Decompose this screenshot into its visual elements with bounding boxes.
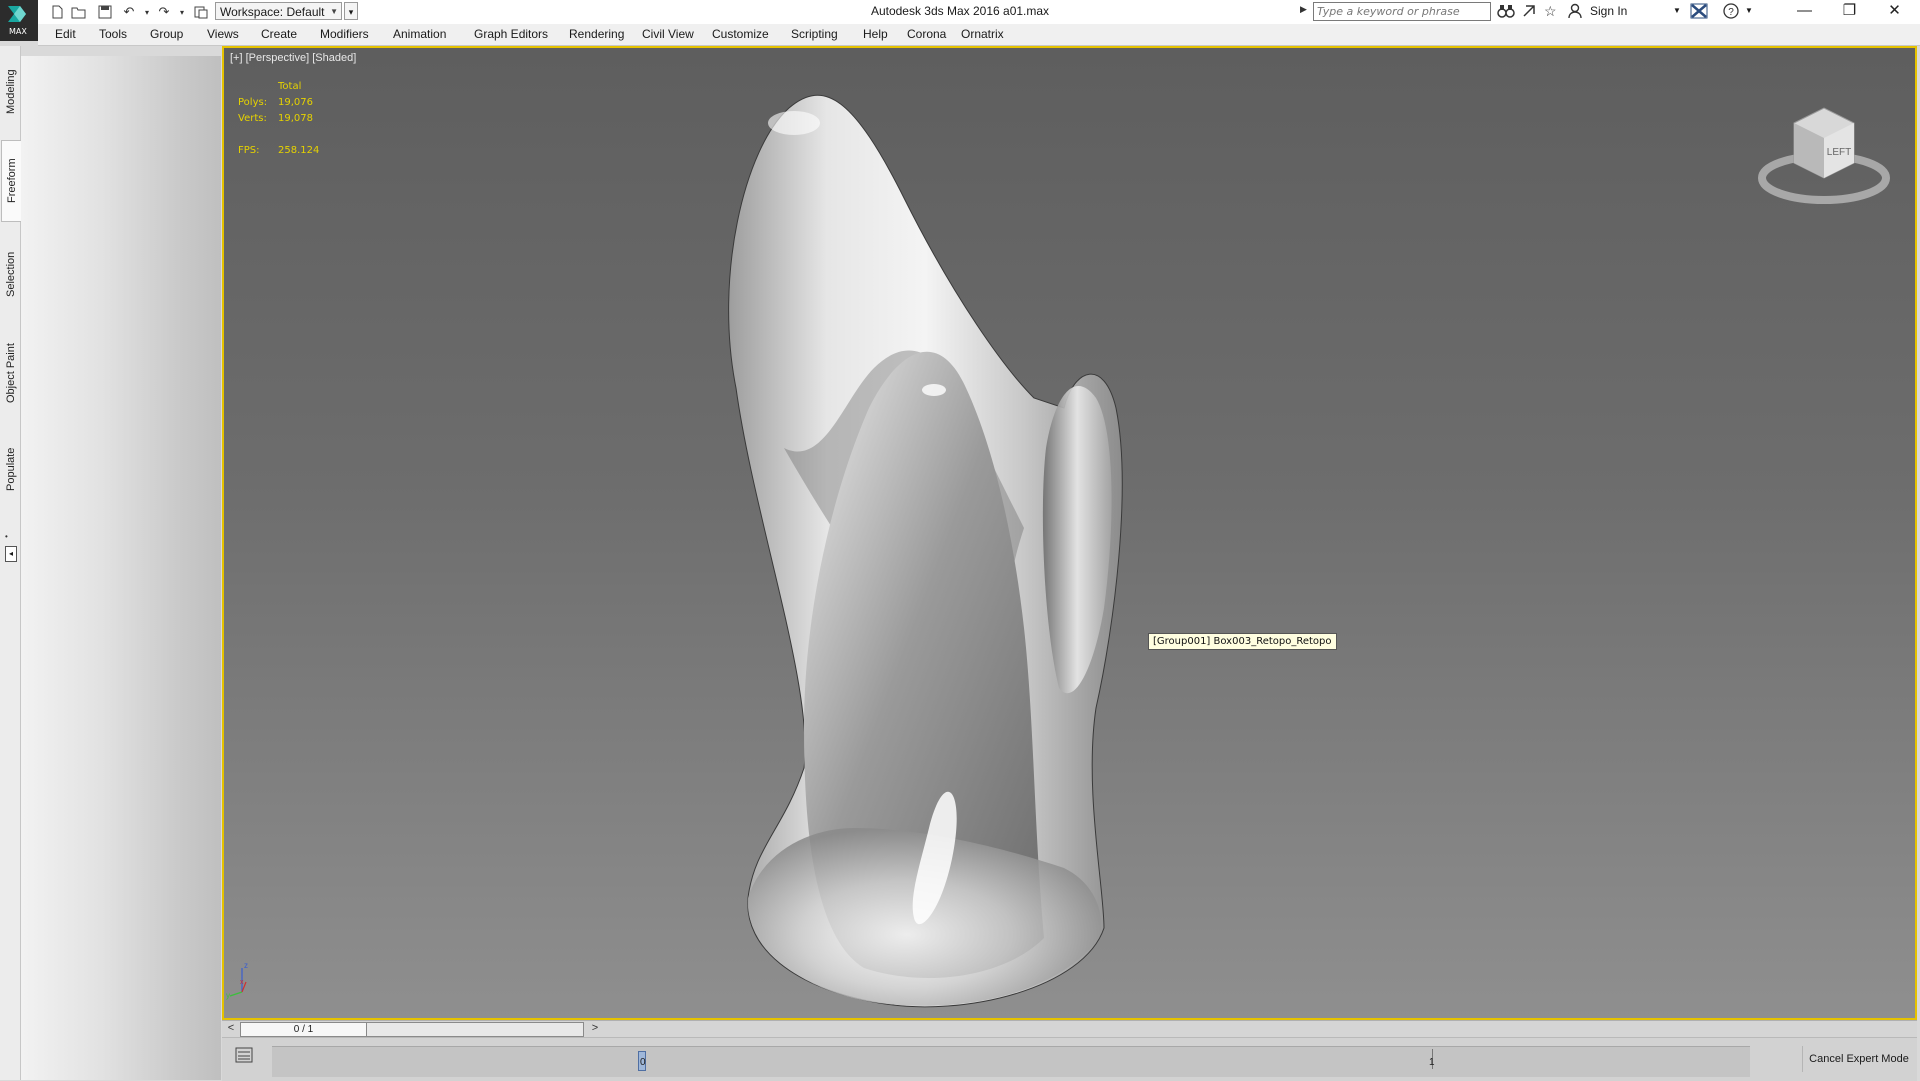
new-file-icon[interactable]: [48, 3, 66, 21]
axis-y-label: y: [226, 991, 230, 1000]
redo-dropdown-icon[interactable]: ▾: [173, 3, 191, 21]
sign-in-dropdown-icon[interactable]: ▼: [1673, 6, 1681, 15]
binoculars-search-icon[interactable]: [1497, 3, 1515, 21]
menu-bar: Edit Tools Group Views Create Modifiers …: [38, 24, 1920, 46]
menu-graph-editors[interactable]: Graph Editors: [474, 27, 548, 41]
track-bar[interactable]: 0 1: [272, 1046, 1750, 1077]
user-icon[interactable]: [1568, 3, 1582, 21]
help-dropdown-icon[interactable]: ▼: [1745, 6, 1753, 15]
track-end-label: 1: [1429, 1057, 1435, 1068]
time-prev-button[interactable]: <: [224, 1022, 238, 1036]
ribbon-toggle-icon[interactable]: ◂: [5, 546, 17, 562]
menu-views[interactable]: Views: [207, 27, 239, 41]
chevron-down-icon: ▼: [330, 7, 338, 16]
restore-button[interactable]: ❐: [1827, 0, 1872, 24]
stats-polys-label: Polys:: [238, 97, 268, 108]
menu-animation[interactable]: Animation: [393, 27, 446, 41]
tab-freeform[interactable]: Freeform: [1, 140, 23, 222]
time-slider[interactable]: 0 / 1: [240, 1022, 584, 1037]
menu-modifiers[interactable]: Modifiers: [320, 27, 369, 41]
ribbon-dot-icon: •: [5, 532, 8, 541]
object-tooltip: [Group001] Box003_Retopo_Retopo: [1148, 633, 1337, 650]
close-button[interactable]: ✕: [1872, 0, 1917, 24]
menu-group[interactable]: Group: [150, 27, 183, 41]
save-icon[interactable]: [96, 3, 114, 21]
ribbon-panel: [21, 56, 221, 1080]
redo-icon[interactable]: ↷: [155, 3, 173, 21]
application-menu-button[interactable]: MAX: [0, 0, 38, 41]
time-slider-thumb[interactable]: 0 / 1: [241, 1023, 367, 1036]
exchange-apps-icon[interactable]: [1690, 3, 1708, 21]
workspace-label: Workspace: Default: [220, 5, 325, 19]
menu-civil-view[interactable]: Civil View: [642, 27, 694, 41]
help-icon[interactable]: ?: [1723, 3, 1739, 21]
time-slider-bar: < 0 / 1 >: [222, 1020, 1917, 1038]
menu-create[interactable]: Create: [261, 27, 297, 41]
menu-tools[interactable]: Tools: [99, 27, 127, 41]
subscription-center-icon[interactable]: [1521, 3, 1537, 21]
undo-icon[interactable]: ↶: [120, 3, 138, 21]
ribbon-tabs: Modeling Freeform Selection Object Paint…: [0, 46, 23, 1080]
mini-curve-editor-icon[interactable]: [234, 1046, 254, 1064]
svg-text:?: ?: [1728, 7, 1734, 18]
menu-ornatrix[interactable]: Ornatrix: [961, 27, 1004, 41]
search-expand-icon[interactable]: ▶: [1300, 4, 1307, 15]
tab-modeling[interactable]: Modeling: [1, 58, 21, 126]
window-title: Autodesk 3ds Max 2016 a01.max: [870, 4, 1050, 18]
search-input[interactable]: Type a keyword or phrase: [1313, 2, 1491, 21]
stats-fps-label: FPS:: [238, 145, 260, 156]
viewcube-widget[interactable]: LEFT: [1754, 103, 1894, 213]
3dsmax-logo-icon: [8, 6, 26, 22]
viewport-label-menu[interactable]: [+] [Perspective] [Shaded]: [230, 52, 356, 64]
app-button-label: MAX: [9, 27, 27, 36]
stats-verts-value: 19,078: [278, 113, 313, 124]
cancel-expert-mode-button[interactable]: Cancel Expert Mode: [1802, 1046, 1915, 1072]
open-folder-icon[interactable]: [70, 3, 88, 21]
menu-edit[interactable]: Edit: [55, 27, 76, 41]
3d-model-mesh[interactable]: [704, 68, 1264, 1020]
stats-header: Total: [278, 81, 302, 92]
stats-polys-value: 19,076: [278, 97, 313, 108]
menu-customize[interactable]: Customize: [712, 27, 769, 41]
axis-tripod-icon: z y x: [226, 961, 248, 1000]
axis-z-label: z: [244, 961, 248, 970]
sign-in-link[interactable]: Sign In: [1590, 4, 1627, 18]
menu-help[interactable]: Help: [863, 27, 888, 41]
tab-selection[interactable]: Selection: [1, 236, 21, 312]
quick-access-customize-icon[interactable]: ▾: [344, 2, 358, 20]
time-next-button[interactable]: >: [588, 1022, 602, 1036]
menu-scripting[interactable]: Scripting: [791, 27, 838, 41]
minimize-button[interactable]: —: [1782, 0, 1827, 24]
menu-rendering[interactable]: Rendering: [569, 27, 624, 41]
stats-fps-value: 258.124: [278, 145, 320, 156]
stats-verts-label: Verts:: [238, 113, 267, 124]
tab-object-paint[interactable]: Object Paint: [1, 328, 21, 418]
track-start-label: 0: [640, 1057, 646, 1068]
undo-dropdown-icon[interactable]: ▾: [138, 3, 156, 21]
project-folder-icon[interactable]: [192, 3, 210, 21]
menu-corona[interactable]: Corona: [907, 27, 946, 41]
viewcube-face-label: LEFT: [1827, 147, 1851, 158]
axis-x-label: x: [240, 979, 244, 986]
tab-populate[interactable]: Populate: [1, 434, 21, 504]
workspace-dropdown[interactable]: Workspace: Default ▼: [215, 2, 342, 20]
perspective-viewport[interactable]: [+] [Perspective] [Shaded] Total Polys: …: [222, 46, 1917, 1020]
track-bar-area: 0 1 Cancel Expert Mode: [222, 1037, 1917, 1081]
favorites-star-icon[interactable]: ☆: [1544, 3, 1557, 21]
